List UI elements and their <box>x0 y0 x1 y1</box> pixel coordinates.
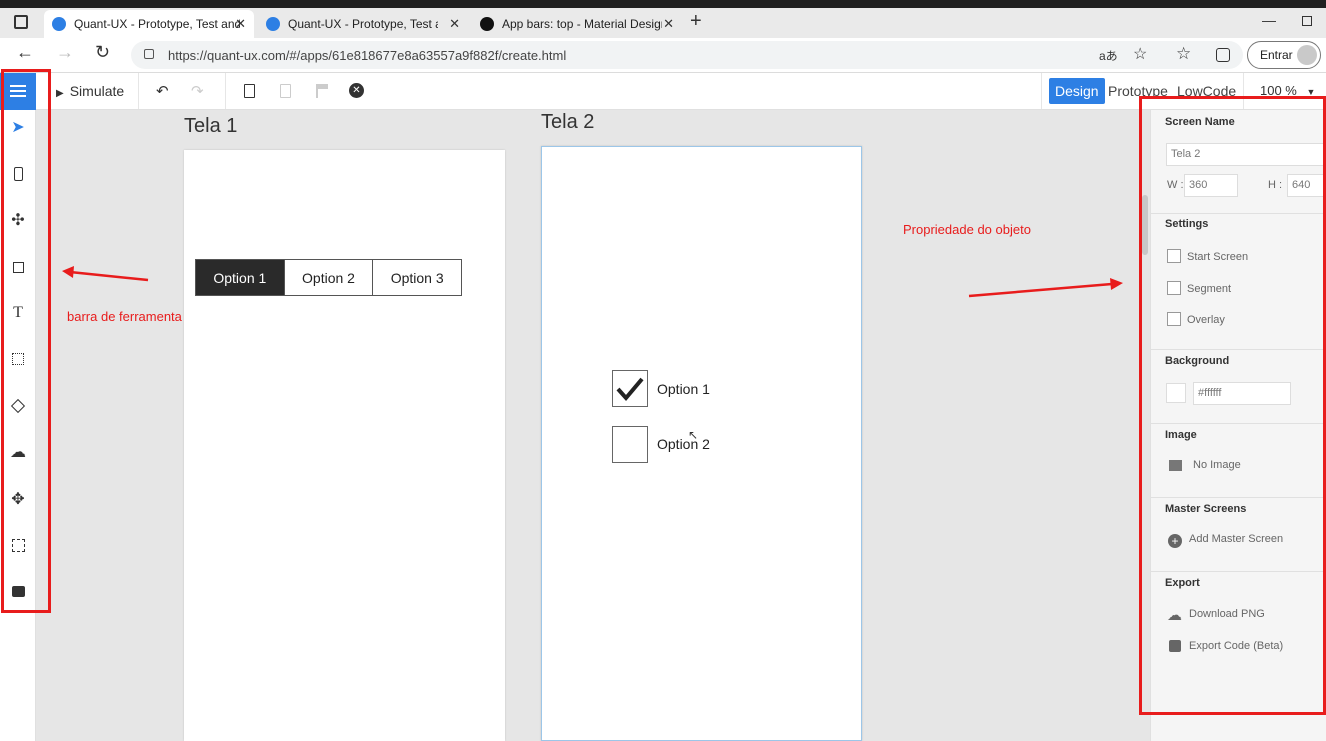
toolbar-arrow <box>69 270 149 282</box>
annotation-arrows <box>62 266 1123 298</box>
properties-arrowhead <box>1110 278 1123 290</box>
toolbar-annotation: barra de ferramenta <box>67 309 182 324</box>
properties-annotation: Propriedade do objeto <box>903 222 1031 237</box>
toolbar-arrowhead <box>62 266 74 278</box>
properties-arrow <box>968 282 1113 298</box>
